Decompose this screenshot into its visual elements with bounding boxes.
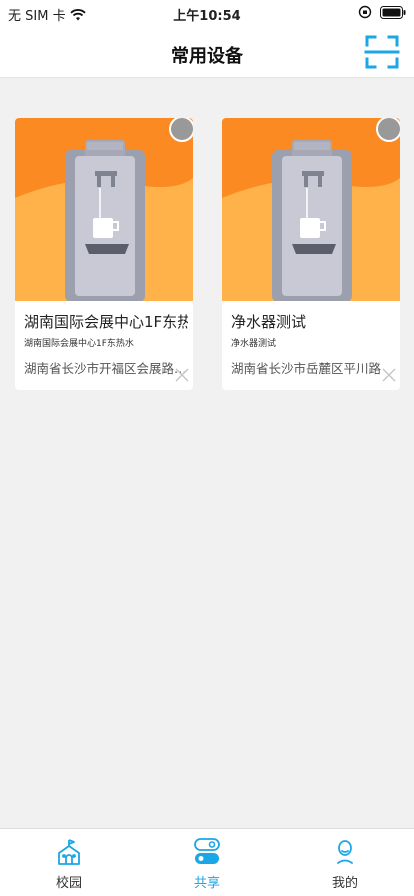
select-radio[interactable] bbox=[169, 118, 193, 142]
tab-bar: 校园 共享 我的 bbox=[0, 828, 414, 896]
remove-icon[interactable] bbox=[175, 368, 189, 382]
status-bar: 无 SIM 卡 上午10:54 bbox=[0, 0, 414, 28]
tab-campus[interactable]: 校园 bbox=[0, 829, 138, 896]
device-subtitle: 湖南国际会展中心1F东热水 bbox=[24, 339, 134, 349]
select-radio[interactable] bbox=[376, 118, 400, 142]
remove-icon[interactable] bbox=[382, 368, 396, 382]
device-name: 净水器测试 bbox=[231, 313, 307, 331]
tab-label: 共享 bbox=[193, 876, 220, 891]
device-card[interactable]: 净水器测试 净水器测试 湖南省长沙市岳麓区平川路 bbox=[222, 118, 400, 390]
status-right bbox=[358, 5, 406, 19]
page-title: 常用设备 bbox=[171, 46, 243, 67]
tab-label: 校园 bbox=[55, 876, 82, 891]
scan-icon[interactable] bbox=[364, 34, 400, 70]
device-subtitle: 净水器测试 bbox=[231, 339, 277, 349]
share-toggle-icon bbox=[194, 838, 220, 864]
status-time: 上午10:54 bbox=[173, 9, 241, 24]
device-address: 湖南省长沙市开福区会展路湖南国际会展中心 bbox=[24, 361, 190, 376]
device-name: 湖南国际会展中心1F东热水 bbox=[24, 313, 188, 331]
device-address: 湖南省长沙市岳麓区平川路 bbox=[231, 361, 382, 376]
campus-icon bbox=[58, 839, 80, 865]
profile-icon bbox=[337, 840, 353, 864]
device-card[interactable]: 湖南国际会展中心1F东热水 湖南国际会展中心1F东热水 湖南省长沙市开福区会展路… bbox=[15, 118, 193, 390]
orientation-lock-icon bbox=[358, 5, 372, 19]
tab-share[interactable]: 共享 bbox=[138, 829, 276, 896]
water-dispenser-image bbox=[222, 118, 400, 301]
device-list: 湖南国际会展中心1F东热水 湖南国际会展中心1F东热水 湖南省长沙市开福区会展路… bbox=[0, 78, 414, 828]
nav-bar: 常用设备 bbox=[0, 28, 414, 78]
tab-label: 我的 bbox=[331, 876, 358, 891]
water-dispenser-image bbox=[15, 118, 193, 301]
tab-mine[interactable]: 我的 bbox=[276, 829, 414, 896]
battery-icon bbox=[380, 5, 406, 19]
